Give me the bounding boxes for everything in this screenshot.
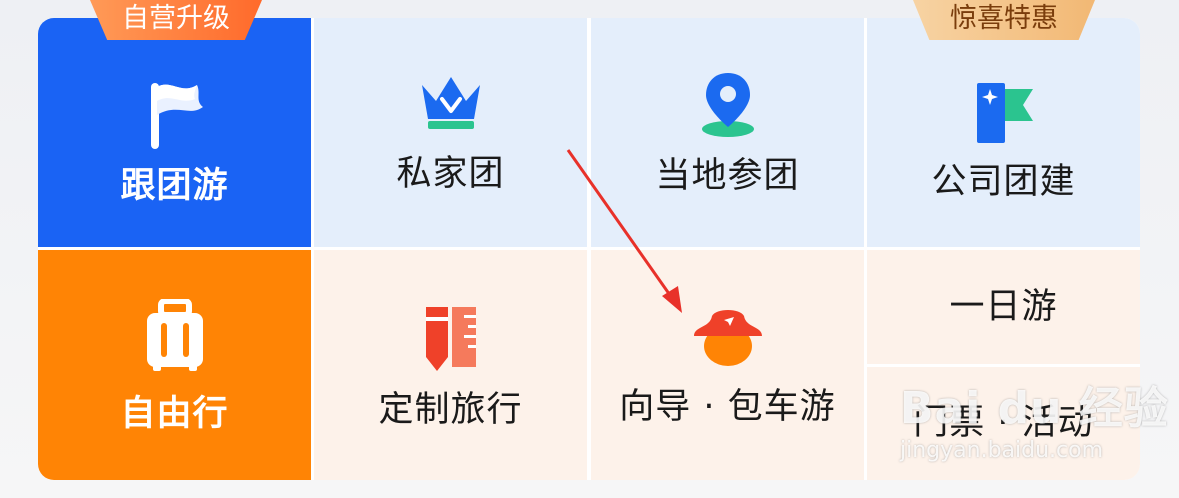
tile-label: 自由行 — [120, 393, 229, 434]
watermark-brand: Bai du 经验 — [900, 383, 1169, 434]
flag-icon — [150, 83, 203, 149]
tile-private-tour[interactable]: 私家团 — [314, 18, 587, 247]
tile-company-team[interactable]: 公司团建 — [867, 18, 1140, 247]
tile-label: 向导 · 包车游 — [619, 386, 836, 427]
watermark-url: jingyan.baidu.com — [900, 438, 1104, 463]
team-flag-icon — [976, 83, 1033, 143]
tile-label: 定制旅行 — [378, 389, 523, 430]
tile-group-tour[interactable]: 跟团游 — [38, 18, 311, 247]
tile-label: 当地参团 — [655, 156, 800, 196]
tile-free-travel[interactable]: 自由行 — [38, 250, 311, 480]
ruler-pencil-icon — [425, 306, 476, 371]
special-offer-badge: 惊喜特惠 — [913, 0, 1095, 40]
crown-icon — [421, 77, 480, 129]
guide-hat-icon — [693, 309, 762, 366]
tile-day-tour[interactable]: 一日游 — [867, 250, 1140, 364]
location-pin-icon — [701, 73, 754, 137]
tile-custom-travel[interactable]: 定制旅行 — [314, 250, 587, 480]
tile-guide-car[interactable]: 向导 · 包车游 — [591, 250, 864, 480]
tile-label: 一日游 — [949, 286, 1058, 327]
self-operated-badge: 自营升级 — [90, 0, 262, 40]
tile-label: 公司团建 — [931, 162, 1076, 202]
baidu-jingyan-watermark: Bai du 经验 jingyan.baidu.com — [900, 372, 1169, 463]
tile-label: 私家团 — [396, 154, 505, 194]
suitcase-icon — [146, 298, 203, 371]
tile-local-join[interactable]: 当地参团 — [591, 18, 864, 247]
tile-label: 跟团游 — [120, 166, 229, 206]
